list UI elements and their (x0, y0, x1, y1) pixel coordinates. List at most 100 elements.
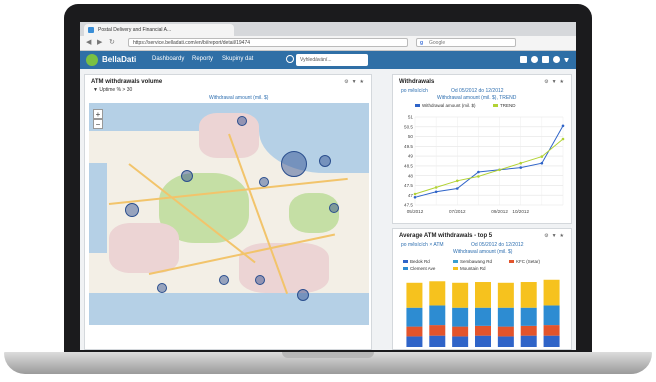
bar-segment (543, 279, 560, 306)
zoom-in-button[interactable]: + (93, 109, 103, 119)
help-icon[interactable] (553, 56, 560, 63)
browser-search-field[interactable]: g Google (416, 38, 516, 47)
x-tick-label: 10/2012 (512, 209, 529, 214)
bar-segment (406, 282, 423, 308)
bar-segment (497, 307, 514, 327)
date-range[interactable]: Od 05/2012 do 12/2012 (451, 88, 504, 94)
data-point (540, 161, 544, 165)
nav-dashboardy[interactable]: Dashboardy (152, 56, 184, 62)
app-header: BellaDati Dashboardy Reporty Skupiny dat… (80, 51, 576, 69)
legend-item[interactable]: Sembawang Rd (453, 259, 492, 264)
data-point (413, 192, 417, 196)
data-point (519, 166, 523, 169)
legend-label: Bedok Rd (410, 259, 430, 264)
data-point (455, 187, 459, 190)
y-tick-label: 49.5 (404, 144, 413, 149)
legend-swatch (509, 260, 514, 264)
atm-bubble[interactable] (329, 203, 339, 213)
panel-title: Withdrawals (399, 79, 435, 85)
reload-icon[interactable]: ↻ (109, 39, 115, 47)
bar-segment (475, 282, 491, 308)
map-water-south (89, 293, 369, 325)
atm-bubble[interactable] (237, 116, 247, 126)
filter-icon[interactable]: ▼ (552, 79, 560, 85)
screen: Postal Delivery and Financial A... ◀ ▶ ↻… (80, 22, 576, 350)
atm-bubble[interactable] (157, 283, 167, 293)
rocket-icon[interactable] (531, 56, 538, 63)
legend-item[interactable]: Clement Ave (403, 266, 435, 271)
back-icon[interactable]: ◀ (86, 39, 91, 47)
legend-item[interactable]: KFC (Setar) (509, 259, 540, 264)
withdrawals-line-chart[interactable]: 47.5 47 47.5 48 48.5 49 49.5 50 50.5 51 05/2012 07/… (393, 111, 571, 223)
atm-bubble[interactable] (281, 151, 307, 177)
atm-bubble[interactable] (319, 155, 331, 167)
atm-map[interactable]: + − (89, 103, 369, 325)
bar-segment (406, 326, 423, 337)
image-icon[interactable] (520, 56, 527, 63)
period-drilldown[interactable]: po měsících × ATM (401, 242, 444, 248)
mail-icon[interactable] (542, 56, 549, 63)
panel-title: ATM withdrawals volume (91, 79, 163, 85)
legend-item[interactable]: TREND (493, 103, 516, 108)
bar-segment (452, 326, 469, 337)
legend-item[interactable]: Mountain Rd (453, 266, 486, 271)
star-icon[interactable]: ★ (360, 79, 367, 85)
chart-subtitle: Withdrawal amount (mil. $) (453, 249, 513, 255)
data-point (519, 161, 523, 165)
y-tick-label: 48.5 (404, 163, 413, 168)
gear-icon[interactable]: ⚙ (544, 79, 551, 85)
legend-swatch (403, 267, 408, 271)
bar-segment (497, 282, 514, 308)
legend-swatch (403, 260, 408, 264)
filter-icon[interactable]: ▼ (352, 79, 360, 85)
filter-icon[interactable]: ▼ (552, 233, 560, 239)
browser-tab[interactable]: Postal Delivery and Financial A... (84, 24, 234, 36)
bar-segment (452, 336, 469, 347)
gear-icon[interactable]: ⚙ (544, 233, 551, 239)
tab-bar: Postal Delivery and Financial A... (80, 22, 576, 36)
legend-label: TREND (500, 103, 516, 108)
gear-icon[interactable]: ⚙ (344, 79, 351, 85)
search-input[interactable]: Vyhledávání... (296, 54, 368, 66)
star-icon[interactable]: ★ (560, 233, 567, 239)
map-park-east (289, 193, 339, 233)
y-tick-label: 47.5 (404, 203, 413, 208)
chevron-down-icon[interactable] (564, 58, 569, 62)
average-atm-bar-chart[interactable] (393, 273, 571, 349)
nav-skupiny-dat[interactable]: Skupiny dat (222, 56, 253, 62)
period-drilldown[interactable]: po měsících (401, 88, 428, 94)
chart-subtitle: Withdrawal amount (mil. $), TREND (437, 95, 517, 101)
data-point (434, 186, 438, 189)
search-icon[interactable] (286, 55, 294, 63)
x-tick-label: 05/2012 (407, 209, 424, 214)
atm-bubble[interactable] (181, 170, 193, 182)
date-range[interactable]: Od 05/2012 do 12/2012 (471, 242, 524, 248)
legend-item[interactable]: Withdrawal amount (mil. $) (415, 103, 476, 108)
bar-segment (520, 325, 537, 336)
nav-reporty[interactable]: Reporty (192, 56, 213, 62)
data-point (561, 137, 565, 141)
bar-segment (543, 335, 560, 347)
zoom-out-button[interactable]: − (93, 119, 103, 129)
filter-text: Uptime % > 30 (99, 87, 133, 93)
bar-segment (429, 335, 446, 347)
atm-bubble[interactable] (255, 275, 265, 285)
brand-name[interactable]: BellaDati (102, 55, 136, 64)
bar-segment (406, 307, 423, 327)
legend-label: Sembawang Rd (460, 259, 493, 264)
forward-icon[interactable]: ▶ (97, 39, 102, 47)
legend-swatch (453, 267, 458, 271)
bar-segment (520, 335, 537, 347)
address-bar[interactable]: https://service.belladati.com/en/bi/repo… (128, 38, 408, 47)
atm-bubble[interactable] (297, 289, 309, 301)
filter-label: ▼ Uptime % > 30 (93, 87, 132, 93)
atm-bubble[interactable] (219, 275, 229, 285)
atm-bubble[interactable] (259, 177, 269, 187)
star-icon[interactable]: ★ (560, 79, 567, 85)
panel-tools: ⚙▼★ (344, 79, 367, 85)
bella-logo-icon[interactable] (86, 54, 98, 66)
atm-bubble[interactable] (125, 203, 139, 217)
legend-swatch (415, 104, 420, 108)
legend-swatch (453, 260, 458, 264)
legend-item[interactable]: Bedok Rd (403, 259, 430, 264)
